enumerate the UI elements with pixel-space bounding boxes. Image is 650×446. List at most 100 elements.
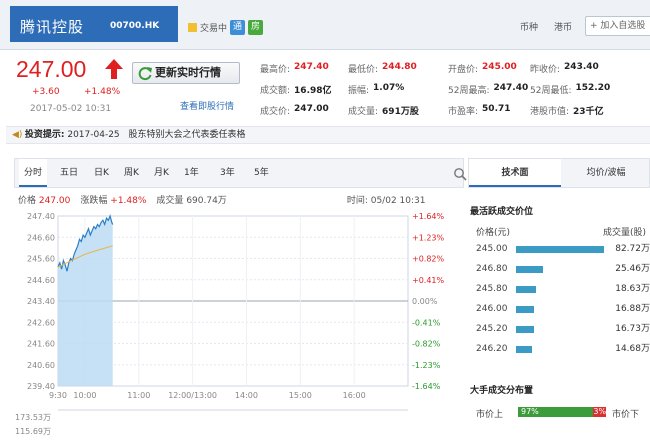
notice-link[interactable]: 股东特别大会之代表委任表格 (129, 130, 246, 140)
hkd-link[interactable]: 港币 (554, 20, 572, 33)
y-tick-label-right: 0.00% (412, 297, 438, 306)
y-tick-label: 245.60 (27, 255, 55, 264)
row-volume: 16.88万 (615, 304, 650, 314)
x-tick-label: 9:30 (49, 391, 67, 400)
tab-period[interactable]: 五日 (55, 159, 83, 187)
tab-period[interactable]: 5年 (249, 159, 274, 187)
quote-field-value: 23千亿 (573, 107, 604, 117)
quote-field-value: 16.98亿 (294, 86, 332, 96)
x-tick-label: 12:00/13:00 (168, 391, 217, 400)
row-volume: 25.46万 (615, 264, 650, 274)
quote-panel: 247.00 +3.60 +1.48% 2017-05-02 10:31 更新实… (0, 52, 650, 122)
quote-field-value: 691万股 (382, 107, 419, 117)
investment-notice: ◀) 投资提示: 2017-04-25 股东特别大会之代表委任表格 (6, 126, 650, 144)
y-tick-label: 247.40 (27, 212, 55, 221)
row-volume: 82.72万 (615, 244, 650, 254)
quote-field: 52周最高: 247.40 (448, 83, 528, 96)
intraday-chart[interactable]: 247.40 +1.64% 246.60 +1.23% 245.60 +0.82% 244.… (14, 210, 464, 446)
y-tick-label-right: +0.41% (412, 276, 445, 285)
currency-link[interactable]: 币种 (520, 20, 538, 33)
volume-price-row: 245.80 18.63万 (476, 282, 650, 296)
quote-field-label: 开盘价: (448, 65, 479, 75)
quote-field: 52周最低: 152.20 (530, 83, 610, 96)
header-bar: 腾讯控股 00700.HK 交易中 通 房 币种 港币 + 加入自选股 (0, 0, 650, 50)
volume-price-row: 245.00 82.72万 (476, 242, 650, 256)
view-quote-link[interactable]: 查看即股行情 (180, 99, 234, 112)
row-volume: 16.73万 (615, 324, 650, 334)
y-tick-label: 243.40 (27, 297, 55, 306)
row-price: 245.80 (476, 284, 508, 294)
refresh-icon (138, 67, 152, 81)
down-label: 市价下 (612, 410, 640, 420)
row-volume: 18.63万 (615, 284, 650, 294)
quote-field-label: 昨收价: (530, 65, 561, 75)
row-volume-bar (516, 246, 604, 253)
right-panel-tabs: 技术面 均价/波幅 (468, 158, 650, 188)
stock-title-block: 腾讯控股 00700.HK (10, 6, 178, 42)
quote-field-value: 1.07% (373, 83, 405, 93)
quote-field-label: 52周最低: (530, 86, 572, 96)
zoom-icon[interactable] (453, 167, 467, 181)
tab-period[interactable]: 1年 (179, 159, 204, 187)
add-watchlist-button[interactable]: + 加入自选股 (585, 16, 650, 36)
tab-period[interactable]: 月K (149, 159, 174, 187)
volume-table-header: 价格(元) 成交量(股) (476, 225, 646, 238)
quote-field-value: 244.80 (382, 62, 417, 72)
quote-timestamp: 2017-05-02 10:31 (30, 104, 112, 114)
y-tick-label: 244.60 (27, 276, 55, 285)
stock-connect-badge[interactable]: 通 (230, 20, 246, 35)
quote-field: 最低价: 244.80 (348, 62, 417, 75)
info-time: 时间: 05/02 10:31 (346, 196, 426, 206)
y-tick-label-right: +1.64% (412, 212, 445, 221)
y-tick-label-right: -1.23% (412, 361, 441, 370)
y-tick-label-right: -1.64% (412, 382, 441, 391)
volume-price-row: 245.20 16.73万 (476, 322, 650, 336)
quote-field: 昨收价: 243.40 (530, 62, 599, 75)
volume-price-row: 246.20 14.68万 (476, 342, 650, 356)
col-volume: 成交量(股) (602, 228, 646, 238)
y-tick-label-right: +0.82% (412, 255, 445, 264)
x-tick-label: 14:00 (235, 391, 258, 400)
quote-field: 市盈率: 50.71 (448, 104, 511, 117)
quote-field-label: 振幅: (348, 86, 370, 96)
tab-period[interactable]: 3年 (215, 159, 240, 187)
chart-period-tabs: 分时 五日 日K 周K 月K 1年 3年 5年 (14, 158, 467, 188)
y-tick-label-right: +1.23% (412, 233, 445, 242)
y-tick-label: 240.60 (27, 361, 55, 370)
down-share-fill: 3% (593, 407, 607, 417)
quote-field: 成交量: 691万股 (348, 104, 419, 117)
quote-field-label: 最高价: (260, 65, 291, 75)
current-price: 247.00 (16, 56, 87, 82)
quote-field-label: 港股市值: (530, 107, 570, 117)
notice-date: 2017-04-25 (67, 130, 120, 140)
quote-field-value: 247.40 (493, 83, 529, 93)
tab-average-price[interactable]: 均价/波幅 (561, 159, 650, 187)
x-tick-label: 11:00 (127, 391, 150, 400)
tab-period[interactable]: 日K (89, 159, 114, 187)
refresh-label: 更新实时行情 (155, 66, 221, 79)
volume-tick-label: 173.53万 (15, 413, 51, 422)
quote-field-label: 成交量: (348, 107, 379, 117)
quote-field-value: 243.40 (564, 62, 599, 72)
quote-field-value: 152.20 (575, 83, 611, 93)
block-trade-bar: 97% 3% (518, 407, 606, 417)
y-tick-label: 241.60 (27, 340, 55, 349)
refresh-quote-button[interactable]: 更新实时行情 (132, 62, 240, 84)
feature-badge[interactable]: 房 (248, 20, 264, 35)
quote-field: 成交价: 247.00 (260, 104, 329, 117)
quote-field-value: 245.00 (482, 62, 517, 72)
row-price: 246.00 (476, 304, 508, 314)
y-tick-label: 246.60 (27, 233, 55, 242)
y-tick-label-right: -0.82% (412, 340, 441, 349)
up-label: 市价上 (476, 410, 504, 420)
price-change-percent: +1.48% (84, 87, 121, 97)
row-price: 246.20 (476, 344, 508, 354)
row-volume-bar (516, 266, 543, 273)
tab-period[interactable]: 分时 (19, 159, 48, 187)
active-price-section-title: 最活跃成交价位 (470, 207, 534, 217)
y-tick-label-right: -0.41% (412, 318, 441, 327)
tab-technical[interactable]: 技术面 (469, 159, 561, 187)
currency-links: 币种 港币 (520, 20, 572, 33)
tab-period[interactable]: 周K (119, 159, 144, 187)
row-price: 245.00 (476, 244, 508, 254)
